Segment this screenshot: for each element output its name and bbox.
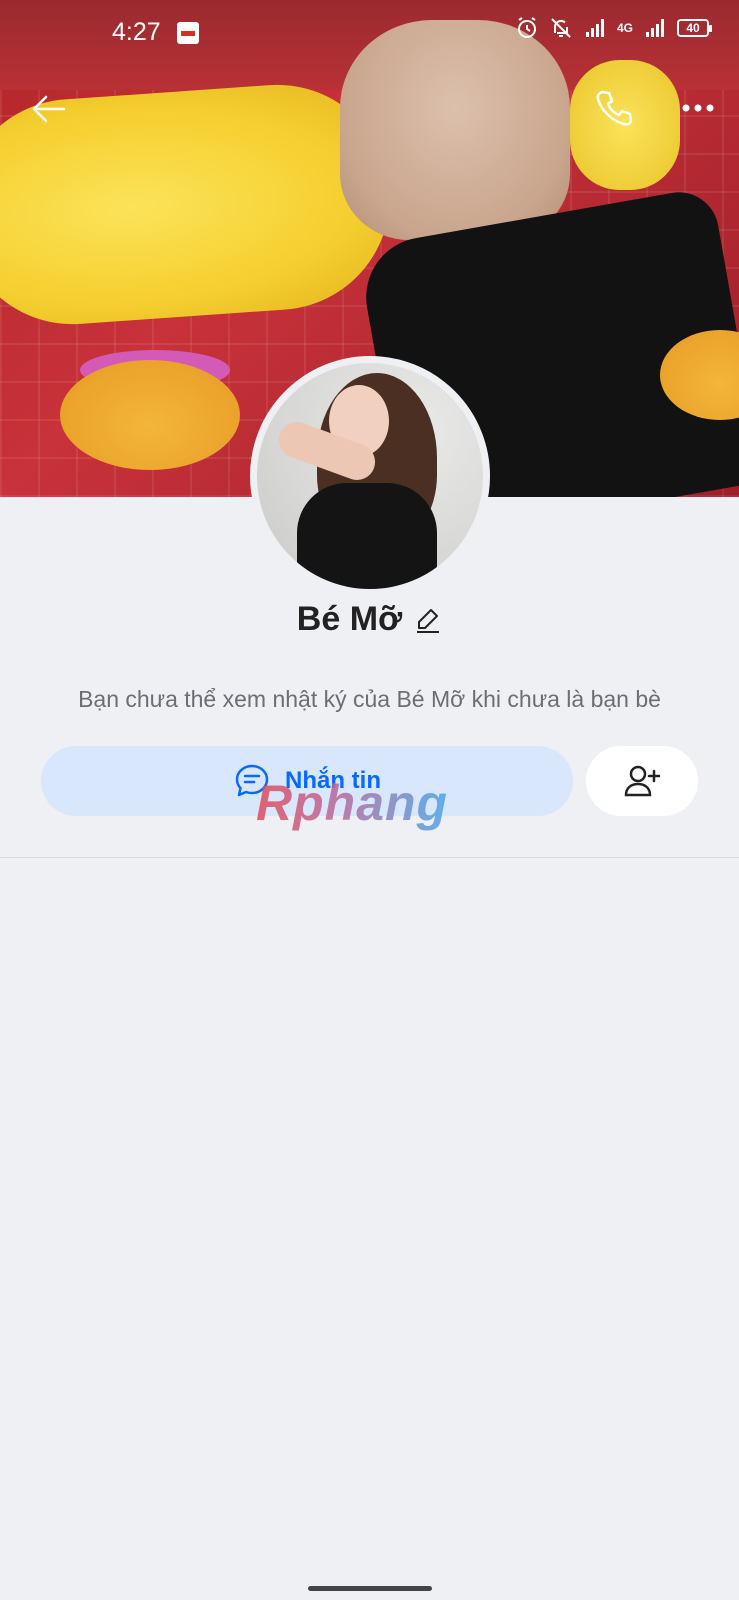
network-type: 4G — [616, 21, 633, 35]
signal-icon — [646, 19, 664, 37]
phone-icon[interactable] — [592, 86, 636, 130]
friend-notice: Bạn chưa thể xem nhật ký của Bé Mỡ khi c… — [78, 686, 661, 712]
add-friend-button[interactable] — [586, 746, 698, 816]
status-icons: 4G 40 — [515, 16, 712, 40]
pencil-icon[interactable] — [414, 606, 442, 634]
arrow-left-icon[interactable] — [28, 88, 70, 130]
divider — [0, 857, 739, 858]
watermark-logo: Rphang — [256, 775, 449, 831]
profile-name-row: Bé Mỡ — [0, 600, 739, 639]
avatar[interactable] — [250, 356, 490, 596]
alarm-icon — [517, 17, 536, 38]
status-time: 4:27 — [112, 18, 161, 46]
cover-blanket-print — [60, 360, 240, 470]
battery-icon: 40 — [677, 19, 712, 37]
add-user-icon — [624, 765, 661, 797]
avatar-body — [297, 483, 437, 589]
status-bar: 4:27 4G 40 — [0, 0, 739, 64]
more-dots-icon[interactable] — [676, 88, 720, 128]
bell-muted-icon — [551, 18, 571, 38]
home-indicator[interactable] — [308, 1586, 432, 1591]
signal-icon — [585, 19, 604, 37]
profile-name: Bé Mỡ — [296, 600, 403, 638]
app-notification-icon — [177, 22, 199, 44]
